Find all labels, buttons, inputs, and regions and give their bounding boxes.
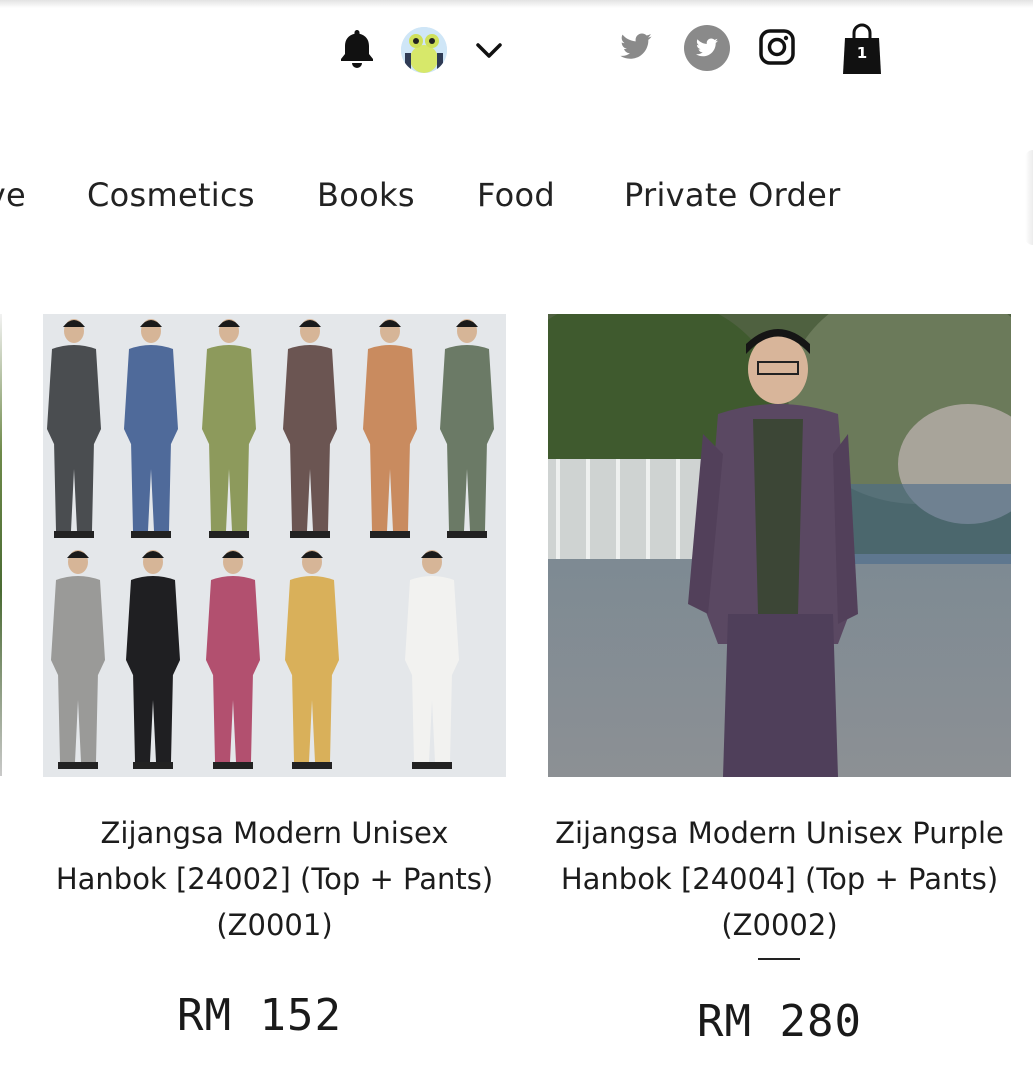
- product-title[interactable]: Zijangsa Modern Unisex Hanbok [24002] (T…: [43, 810, 506, 948]
- nav-item-private-order[interactable]: Private Order: [624, 176, 841, 220]
- user-avatar[interactable]: [401, 27, 447, 73]
- nav-item-food[interactable]: Food: [477, 176, 555, 220]
- product-price: RM 152: [177, 990, 342, 1041]
- nav-item-cosmetics[interactable]: Cosmetics: [87, 176, 255, 220]
- previous-product-image-edge: [0, 314, 2, 776]
- hanbok-color-grid-illustration: [43, 314, 506, 777]
- product-image-purple-hanbok[interactable]: [548, 314, 1011, 777]
- twitter-icon[interactable]: [617, 30, 655, 64]
- cart-count-badge: 1: [856, 44, 868, 62]
- chevron-down-icon[interactable]: [474, 40, 504, 62]
- nav-item-partial[interactable]: ve: [0, 176, 26, 220]
- nav-scroll-edge: [1025, 150, 1033, 245]
- notification-bell-icon[interactable]: [339, 27, 375, 69]
- product-image-hanbok-colors[interactable]: [43, 314, 506, 777]
- nav-item-books[interactable]: Books: [317, 176, 415, 220]
- twitter-circle-icon[interactable]: [684, 25, 730, 71]
- product-title[interactable]: Zijangsa Modern Unisex Purple Hanbok [24…: [548, 810, 1011, 948]
- hover-underline: [758, 958, 800, 960]
- product-price: RM 280: [697, 996, 862, 1047]
- purple-hanbok-photo-illustration: [548, 314, 1011, 777]
- top-shadow: [0, 0, 1033, 8]
- shopping-bag-icon[interactable]: 1: [841, 22, 883, 76]
- instagram-icon[interactable]: [758, 28, 796, 66]
